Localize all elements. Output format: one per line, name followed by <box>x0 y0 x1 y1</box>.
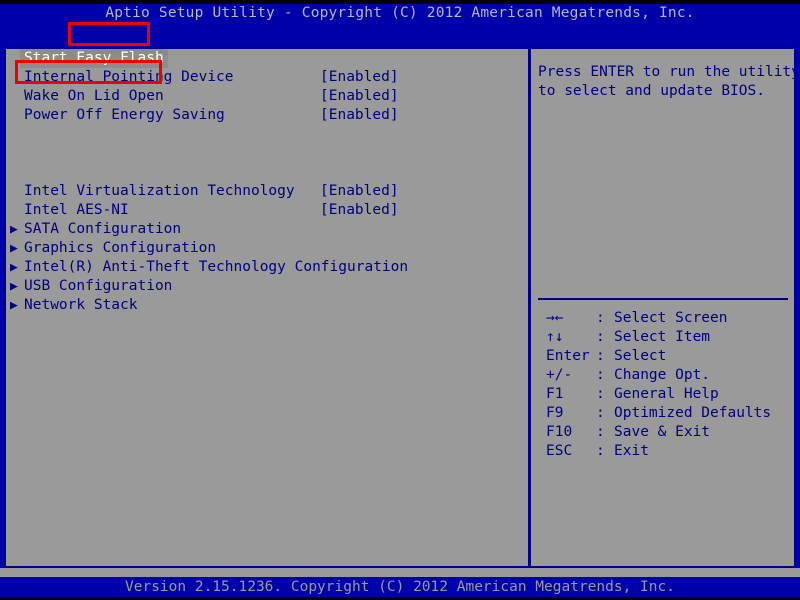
legend-row-esc: ESC : Exit <box>538 442 792 461</box>
title-bar: Aptio Setup Utility - Copyright (C) 2012… <box>0 4 800 23</box>
submenu-arrow-icon-anti-theft: ▶ <box>10 258 22 277</box>
legend-row-f9: F9 : Optimized Defaults <box>538 404 792 423</box>
setting-label-anti-theft-configuration: Intel(R) Anti-Theft Technology Configura… <box>24 258 408 277</box>
legend-row-plus-minus: +/- : Change Opt. <box>538 366 792 385</box>
legend-key-f9: F9 <box>546 404 563 423</box>
setting-row-anti-theft-configuration[interactable]: ▶ Intel(R) Anti-Theft Technology Configu… <box>6 258 526 277</box>
setting-row-intel-virtualization-technology[interactable]: Intel Virtualization Technology [Enabled… <box>6 182 526 201</box>
legend-key-f1: F1 <box>546 385 563 404</box>
setting-label-usb-configuration: USB Configuration <box>24 277 172 296</box>
setting-row-usb-configuration[interactable]: ▶ USB Configuration <box>6 277 526 296</box>
legend-desc-change-opt: Change Opt. <box>614 366 710 385</box>
arrow-left-right-icon: →← <box>546 309 563 328</box>
legend-sep-3: : <box>596 366 605 385</box>
setting-label-wake-on-lid-open: Wake On Lid Open <box>24 87 164 106</box>
setting-label-sata-configuration: SATA Configuration <box>24 220 181 239</box>
setting-row-intel-aes-ni[interactable]: Intel AES-NI [Enabled] <box>6 201 526 220</box>
legend-desc-general-help: General Help <box>614 385 719 404</box>
setting-row-internal-pointing-device[interactable]: Internal Pointing Device [Enabled] <box>6 68 526 87</box>
footer-version-bar: Version 2.15.1236. Copyright (C) 2012 Am… <box>0 577 800 597</box>
legend-key-plus-minus: +/- <box>546 366 572 385</box>
legend-row-f10: F10 : Save & Exit <box>538 423 792 442</box>
setting-label-network-stack: Network Stack <box>24 296 138 315</box>
settings-list: Start Easy Flash Internal Pointing Devic… <box>6 49 526 566</box>
setting-label-start-easy-flash: Start Easy Flash <box>20 49 168 68</box>
setting-row-spacer-2 <box>6 144 526 163</box>
setting-row-graphics-configuration[interactable]: ▶ Graphics Configuration <box>6 239 526 258</box>
setting-row-spacer-1 <box>6 125 526 144</box>
legend-key-esc: ESC <box>546 442 572 461</box>
legend-desc-select-item: Select Item <box>614 328 710 347</box>
legend-sep-4: : <box>596 385 605 404</box>
setting-label-intel-virtualization-technology: Intel Virtualization Technology <box>24 182 295 201</box>
legend-row-select-screen: →← : Select Screen <box>538 309 792 328</box>
setting-row-power-off-energy-saving[interactable]: Power Off Energy Saving [Enabled] <box>6 106 526 125</box>
setting-label-power-off-energy-saving: Power Off Energy Saving <box>24 106 225 125</box>
legend-sep-7: : <box>596 442 605 461</box>
submenu-arrow-icon-network: ▶ <box>10 296 22 315</box>
legend-desc-exit: Exit <box>614 442 649 461</box>
setting-row-spacer-3 <box>6 163 526 182</box>
legend-sep-5: : <box>596 404 605 423</box>
help-description-text: Press ENTER to run the utility to select… <box>538 63 792 101</box>
legend-key-f10: F10 <box>546 423 572 442</box>
setting-value-power-off-energy-saving[interactable]: [Enabled] <box>320 106 399 125</box>
legend-sep-1: : <box>596 328 605 347</box>
setting-label-graphics-configuration: Graphics Configuration <box>24 239 216 258</box>
setting-label-internal-pointing-device: Internal Pointing Device <box>24 68 234 87</box>
legend-sep-6: : <box>596 423 605 442</box>
setting-value-wake-on-lid-open[interactable]: [Enabled] <box>320 87 399 106</box>
legend-desc-optimized-defaults: Optimized Defaults <box>614 404 771 423</box>
submenu-arrow-icon-usb: ▶ <box>10 277 22 296</box>
help-panel: Press ENTER to run the utility to select… <box>534 49 794 566</box>
setting-row-network-stack[interactable]: ▶ Network Stack <box>6 296 526 315</box>
setting-row-sata-configuration[interactable]: ▶ SATA Configuration <box>6 220 526 239</box>
bios-setup-screen: Aptio Setup Utility - Copyright (C) 2012… <box>0 0 800 600</box>
legend-row-enter: Enter : Select <box>538 347 792 366</box>
help-panel-divider <box>538 298 788 300</box>
footer-gray-strip <box>0 568 800 577</box>
key-legend-list: →← : Select Screen ↑↓ : Select Item Ente… <box>538 309 792 461</box>
legend-sep-2: : <box>596 347 605 366</box>
legend-sep-0: : <box>596 309 605 328</box>
setting-row-start-easy-flash[interactable]: Start Easy Flash <box>6 49 526 68</box>
legend-key-enter: Enter <box>546 347 590 366</box>
setting-row-wake-on-lid-open[interactable]: Wake On Lid Open [Enabled] <box>6 87 526 106</box>
submenu-arrow-icon-graphics: ▶ <box>10 239 22 258</box>
legend-desc-select: Select <box>614 347 666 366</box>
setting-value-intel-aes-ni[interactable]: [Enabled] <box>320 201 399 220</box>
legend-row-f1: F1 : General Help <box>538 385 792 404</box>
panel-vertical-divider <box>528 49 531 566</box>
legend-row-select-item: ↑↓ : Select Item <box>538 328 792 347</box>
arrow-up-down-icon: ↑↓ <box>546 328 563 347</box>
setting-label-intel-aes-ni: Intel AES-NI <box>24 201 129 220</box>
legend-desc-save-and-exit: Save & Exit <box>614 423 710 442</box>
submenu-arrow-icon-sata: ▶ <box>10 220 22 239</box>
menu-bar: Main Advanced Boot Security Save & Exit <box>0 23 800 44</box>
legend-desc-select-screen: Select Screen <box>614 309 728 328</box>
setting-value-internal-pointing-device[interactable]: [Enabled] <box>320 68 399 87</box>
setting-value-intel-virtualization-technology[interactable]: [Enabled] <box>320 182 399 201</box>
